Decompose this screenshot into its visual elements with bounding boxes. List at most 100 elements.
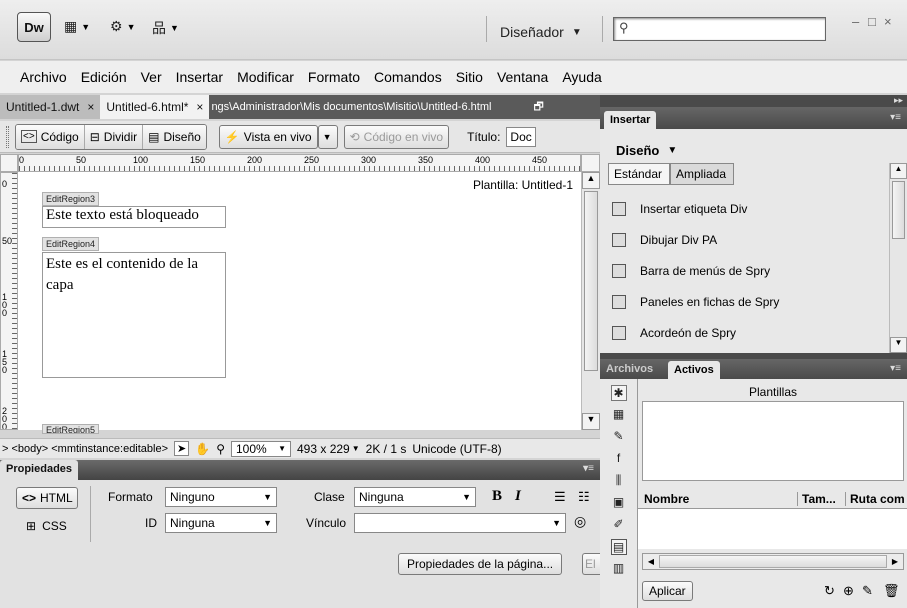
minimize-button[interactable]: – [852,14,859,29]
flash-icon[interactable]: f [611,451,627,467]
unordered-list-icon[interactable]: ☰ [554,489,566,505]
menu-ver[interactable]: Ver [141,69,162,85]
tab-untitled-1[interactable]: Untitled-1.dwt × [0,95,101,119]
zoom-tool-icon[interactable]: ⚲ [216,442,225,456]
extend-menu-button[interactable]: ⚙ ▼ [110,18,135,35]
window-size-select[interactable]: 493 x 229 ▼ [297,442,360,456]
zoom-select[interactable]: 100% ▼ [231,440,291,457]
insert-panel-title[interactable]: Insertar [604,111,657,129]
colors-icon[interactable]: ▦ [611,407,627,423]
new-template-icon[interactable]: ⊕ [843,583,854,599]
scroll-thumb[interactable] [892,181,905,239]
live-view-dropdown[interactable]: ▼ [317,124,338,149]
edit-icon[interactable]: ✎ [862,583,873,599]
scroll-up-icon[interactable]: ▲ [890,163,907,179]
menu-modificar[interactable]: Modificar [237,69,294,85]
spry-menu-icon [612,263,626,278]
scroll-up-icon[interactable]: ▲ [582,172,600,189]
scroll-down-icon[interactable]: ▼ [890,337,907,353]
insert-scrollbar[interactable]: ▲ ▼ [889,163,907,353]
select-tool-icon[interactable]: ➤ [174,441,190,456]
scroll-left-icon[interactable]: ◀ [643,557,659,566]
point-to-file-icon[interactable]: ◎ [574,513,586,530]
title-input[interactable]: Doc [506,126,537,147]
editable-region-tag[interactable]: EditRegion4 [42,237,100,251]
templates-icon[interactable]: ▤ [610,539,627,555]
menu-insertar[interactable]: Insertar [176,69,223,85]
italic-button[interactable]: I [515,488,521,505]
urls-icon[interactable]: ✎ [611,429,627,445]
collapse-icon[interactable]: ▸▸ [894,95,903,106]
list-item[interactable]: Paneles en fichas de Spry [600,286,888,317]
live-view-button[interactable]: ⚡ Vista en vivo [218,124,318,149]
editable-region-tag[interactable]: EditRegion3 [42,192,100,206]
code-view-button[interactable]: <> Código [16,124,85,149]
panel-menu-icon[interactable]: ▾≡ [890,112,901,123]
col-name[interactable]: Nombre [638,491,798,506]
page-properties-button[interactable]: Propiedades de la página... [398,553,563,575]
close-icon[interactable]: × [87,100,94,114]
tab-extended[interactable]: Ampliada [670,163,734,185]
scroll-down-icon[interactable]: ▼ [582,413,600,430]
list-item[interactable]: Barra de menús de Spry [600,255,888,286]
list-item-button[interactable]: El [582,553,600,575]
close-button[interactable]: × [884,14,892,29]
link-input[interactable]: ▼ [354,513,566,533]
scripts-icon[interactable]: ✐ [611,517,627,533]
assets-hscrollbar[interactable]: ◀ ▶ [642,553,904,570]
col-path[interactable]: Ruta com [846,492,907,506]
format-select[interactable]: Ninguno ▼ [165,487,277,507]
scroll-right-icon[interactable]: ▶ [887,557,903,566]
maximize-button[interactable]: □ [868,14,876,29]
close-icon[interactable]: × [196,100,203,114]
apply-button[interactable]: Aplicar [642,581,693,601]
bold-button[interactable]: B [492,488,502,505]
menu-ventana[interactable]: Ventana [497,69,548,85]
id-select[interactable]: Ninguna ▼ [165,513,277,533]
menu-archivo[interactable]: Archivo [20,69,67,85]
tag-selector[interactable]: > <body> <mmtinstance:editable> [2,443,168,455]
scroll-thumb[interactable] [659,555,887,568]
html-mode-button[interactable]: <> HTML [16,487,78,509]
layout-menu-button[interactable]: ▦ ▼ [64,18,90,35]
restore-icon[interactable]: 🗗 [533,98,543,117]
insert-category-select[interactable]: Diseño ▼ [616,143,677,158]
movies-icon[interactable]: ▣ [611,495,627,511]
shockwave-icon[interactable]: ⫼ [611,473,627,489]
list-item[interactable]: Acordeón de Spry [600,317,888,348]
tab-files[interactable]: Archivos [606,363,653,375]
menu-comandos[interactable]: Comandos [374,69,442,85]
ordered-list-icon[interactable]: ☷ [578,489,590,505]
col-size[interactable]: Tam... [798,491,846,506]
live-code-button[interactable]: ⟲ Código en vivo [343,124,450,149]
panel-menu-icon[interactable]: ▾≡ [890,363,901,374]
split-view-button[interactable]: ⊟ Dividir [84,124,144,149]
site-menu-button[interactable]: 品 ▼ [152,18,179,38]
tab-untitled-6[interactable]: Untitled-6.html* × [100,95,210,119]
menu-formato[interactable]: Formato [308,69,360,85]
class-select[interactable]: Ninguna ▼ [354,487,476,507]
scroll-thumb[interactable] [584,191,598,371]
design-canvas[interactable]: Plantilla: Untitled-1 EditRegion3 Este t… [18,172,581,434]
search-input[interactable]: ⚲ [613,17,826,41]
list-item[interactable]: Dibujar Div PA [600,224,888,255]
menu-ayuda[interactable]: Ayuda [562,69,601,85]
tab-assets[interactable]: Activos [668,361,720,379]
images-icon[interactable]: ✱ [610,385,627,401]
workspace-switcher[interactable]: Diseñador ▼ [500,24,582,40]
canvas-scrollbar[interactable]: ▲ ▼ [581,172,600,430]
panel-menu-icon[interactable]: ▾≡ [583,463,594,474]
design-view-button[interactable]: ▤ Diseño [143,124,206,149]
library-icon[interactable]: ▥ [611,561,627,577]
menu-edicion[interactable]: Edición [81,69,127,85]
list-item[interactable]: Insertar etiqueta Div [600,193,888,224]
refresh-icon[interactable]: ↻ [824,583,835,599]
trash-icon[interactable]: 🗑 [883,583,900,599]
hand-tool-icon[interactable]: ✋ [195,442,210,456]
menu-sitio[interactable]: Sitio [456,69,483,85]
properties-title[interactable]: Propiedades [0,460,79,480]
tab-standard[interactable]: Estándar [608,163,670,185]
layer-box[interactable]: Este es el contenido de la capa [42,252,226,378]
editable-region-tag[interactable]: EditRegion5 [42,424,100,434]
css-mode-button[interactable]: ⊞ CSS [26,519,67,533]
